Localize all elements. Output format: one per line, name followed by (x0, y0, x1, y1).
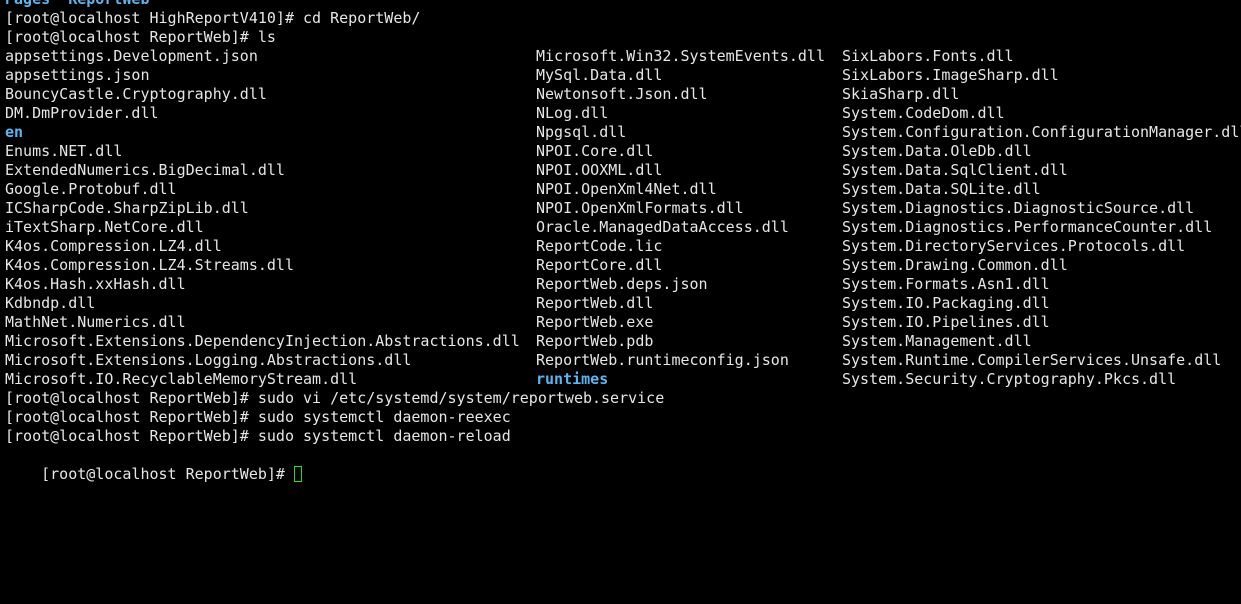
prompt-text: [root@localhost ReportWeb]# (41, 465, 294, 483)
ls-entry-file: K4os.Compression.LZ4.dll (5, 237, 222, 255)
ls-entry-file: ReportCore.dll (536, 256, 663, 274)
ls-entry-file: System.Security.Cryptography.Pkcs.dll (842, 370, 1177, 388)
ls-entry-file: ExtendedNumerics.BigDecimal.dll (5, 161, 285, 179)
command-line-daemon-reload: [root@localhost ReportWeb]# sudo systemc… (5, 427, 511, 445)
ls-entry-file: System.Diagnostics.PerformanceCounter.dl… (842, 218, 1213, 236)
ls-entry-file: Microsoft.Extensions.DependencyInjection… (5, 332, 520, 350)
ls-entry-file: Microsoft.Win32.SystemEvents.dll (536, 47, 825, 65)
ls-entry-file: Npgsql.dll (536, 123, 627, 141)
ls-entry-file: K4os.Compression.LZ4.Streams.dll (5, 256, 294, 274)
command-line-vi: [root@localhost ReportWeb]# sudo vi /etc… (5, 389, 665, 407)
ls-entry-file: ReportWeb.deps.json (536, 275, 708, 293)
ls-entry-directory: runtimes (536, 370, 609, 388)
ls-entry-file: SixLabors.ImageSharp.dll (842, 66, 1059, 84)
ls-entry-file: System.Configuration.ConfigurationManage… (842, 123, 1241, 141)
ls-entry-file: NPOI.OOXML.dll (536, 161, 663, 179)
current-prompt-line[interactable]: [root@localhost ReportWeb]# (5, 446, 302, 483)
ls-entry-file: System.Diagnostics.DiagnosticSource.dll (842, 199, 1195, 217)
ls-entry-file: System.Data.SQLite.dll (842, 180, 1041, 198)
ls-entry-file: System.Drawing.Common.dll (842, 256, 1068, 274)
terminal-window[interactable]: Pages ReportWeb [root@localhost HighRepo… (0, 0, 1241, 604)
ls-entry-file: NPOI.Core.dll (536, 142, 654, 160)
ls-entry-file: System.CodeDom.dll (842, 104, 1005, 122)
ls-entry-file: System.IO.Packaging.dll (842, 294, 1050, 312)
ls-entry-file: BouncyCastle.Cryptography.dll (5, 85, 267, 103)
ls-entry-file: System.Data.OleDb.dll (842, 142, 1032, 160)
ls-entry-file: System.IO.Pipelines.dll (842, 313, 1050, 331)
ls-entry-file: NPOI.OpenXml4Net.dll (536, 180, 717, 198)
ls-entry-file: Google.Protobuf.dll (5, 180, 177, 198)
ls-entry-file: Microsoft.IO.RecyclableMemoryStream.dll (5, 370, 358, 388)
command-line-cd: [root@localhost HighReportV410]# cd Repo… (5, 9, 421, 27)
ls-entry-file: ICSharpCode.SharpZipLib.dll (5, 199, 249, 217)
ls-entry-file: NLog.dll (536, 104, 609, 122)
ls-entry-file: System.Management.dll (842, 332, 1032, 350)
partial-top-line: Pages ReportWeb (5, 0, 150, 9)
ls-entry-file: SkiaSharp.dll (842, 85, 960, 103)
ls-entry-file: MathNet.Numerics.dll (5, 313, 186, 331)
ls-entry-file: Microsoft.Extensions.Logging.Abstraction… (5, 351, 412, 369)
ls-entry-file: ReportWeb.dll (536, 294, 654, 312)
ls-entry-directory: en (5, 123, 24, 141)
ls-entry-file: appsettings.Development.json (5, 47, 258, 65)
ls-entry-file: NPOI.OpenXmlFormats.dll (536, 199, 744, 217)
ls-entry-file: iTextSharp.NetCore.dll (5, 218, 204, 236)
ls-entry-file: System.Formats.Asn1.dll (842, 275, 1050, 293)
command-line-ls: [root@localhost ReportWeb]# ls (5, 28, 276, 46)
ls-entry-file: DM.DmProvider.dll (5, 104, 159, 122)
ls-entry-file: Kdbndp.dll (5, 294, 96, 312)
ls-entry-file: K4os.Hash.xxHash.dll (5, 275, 186, 293)
ls-entry-file: System.DirectoryServices.Protocols.dll (842, 237, 1186, 255)
ls-entry-file: Enums.NET.dll (5, 142, 123, 160)
ls-entry-file: appsettings.json (5, 66, 150, 84)
ls-entry-file: ReportWeb.exe (536, 313, 654, 331)
ls-entry-file: System.Runtime.CompilerServices.Unsafe.d… (842, 351, 1222, 369)
ls-entry-file: ReportWeb.runtimeconfig.json (536, 351, 789, 369)
ls-entry-file: Newtonsoft.Json.dll (536, 85, 708, 103)
text-cursor[interactable] (294, 466, 302, 482)
command-line-daemon-reexec: [root@localhost ReportWeb]# sudo systemc… (5, 408, 511, 426)
ls-entry-file: ReportCode.lic (536, 237, 663, 255)
ls-entry-file: System.Data.SqlClient.dll (842, 161, 1068, 179)
ls-entry-file: ReportWeb.pdb (536, 332, 654, 350)
ls-entry-file: MySql.Data.dll (536, 66, 663, 84)
ls-entry-file: Oracle.ManagedDataAccess.dll (536, 218, 789, 236)
ls-entry-file: SixLabors.Fonts.dll (842, 47, 1014, 65)
